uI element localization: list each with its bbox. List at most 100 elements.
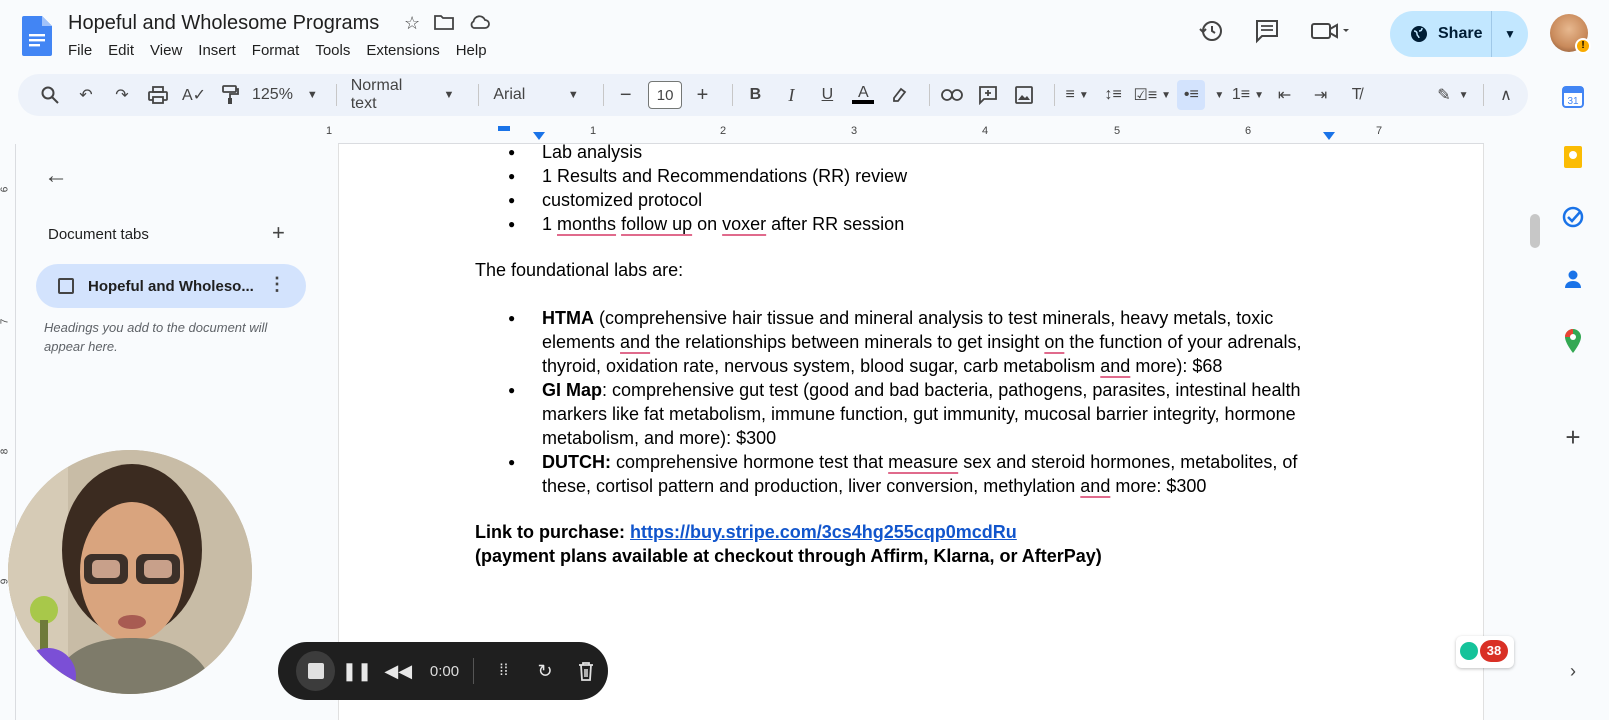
redo-icon[interactable]: ↷ — [108, 80, 136, 110]
menu-tools[interactable]: Tools — [315, 42, 350, 59]
calendar-icon[interactable]: 31 — [1560, 84, 1586, 110]
text-run: sex and steroid hormones, metabolites, o… — [958, 452, 1298, 472]
list-item-dutch[interactable]: DUTCH: comprehensive hormone test that m… — [508, 450, 1302, 498]
share-dropdown-icon[interactable]: ▼ — [1492, 27, 1528, 41]
tasks-icon[interactable] — [1560, 204, 1586, 230]
meet-icon[interactable] — [1310, 18, 1350, 50]
stop-recording-button[interactable] — [296, 651, 336, 691]
rewind-button[interactable]: ◀◀ — [379, 651, 418, 691]
restart-button[interactable]: ↻ — [525, 651, 564, 691]
share-text: Share — [1438, 25, 1483, 42]
align-icon[interactable]: ≡ ▼ — [1063, 80, 1091, 110]
decrease-font-size-icon[interactable]: − — [612, 80, 640, 110]
insert-image-icon[interactable] — [1010, 80, 1038, 110]
paragraph-style-select[interactable]: Normal text ▼ — [345, 77, 461, 113]
star-icon[interactable]: ☆ — [404, 13, 420, 36]
checklist-icon[interactable]: ☑≡ ▼ — [1133, 80, 1171, 110]
first-line-indent-marker[interactable] — [498, 126, 510, 131]
pause-button[interactable]: ❚❚ — [337, 651, 376, 691]
list-item[interactable]: 1 months follow up on voxer after RR ses… — [508, 212, 907, 236]
line-spacing-icon[interactable]: ↕≡ — [1099, 80, 1127, 110]
search-menus-icon[interactable] — [36, 80, 64, 110]
bulleted-list-dropdown-icon[interactable]: ▼ — [1213, 80, 1225, 110]
font-select[interactable]: Arial ▼ — [487, 86, 585, 104]
payment-note[interactable]: (payment plans available at checkout thr… — [475, 544, 1102, 568]
numbered-list-icon[interactable]: 1≡ ▼ — [1232, 80, 1264, 110]
text-color-icon[interactable]: A — [849, 80, 877, 110]
print-icon[interactable] — [144, 80, 172, 110]
grammarly-widget[interactable]: 38 — [1456, 636, 1514, 668]
list-item[interactable]: 1 Results and Recommendations (RR) revie… — [508, 164, 907, 188]
lab-name: DUTCH: — [542, 452, 611, 472]
webcam-bubble[interactable] — [8, 450, 252, 694]
bulleted-list-icon[interactable]: •≡ — [1177, 80, 1206, 110]
menu-view[interactable]: View — [150, 42, 182, 59]
foundational-labs-heading[interactable]: The foundational labs are: — [475, 258, 683, 282]
add-tab-icon[interactable]: + — [272, 220, 285, 246]
menu-edit[interactable]: Edit — [108, 42, 134, 59]
share-button[interactable]: Share ▼ — [1390, 11, 1528, 57]
left-indent-marker[interactable] — [533, 132, 545, 140]
scrollbar-thumb[interactable] — [1530, 214, 1540, 248]
text-run: thyroid, oxidation rate, nervous system,… — [542, 356, 1101, 376]
document-tab-active[interactable]: Hopeful and Wholeso... ⋮ — [36, 264, 306, 308]
highlight-icon[interactable] — [885, 80, 913, 110]
purchase-link[interactable]: https://buy.stripe.com/3cs4hg255cqp0mcdR… — [630, 522, 1017, 542]
clear-formatting-icon[interactable]: T̸ — [1343, 80, 1371, 110]
back-arrow-icon[interactable]: ← — [44, 162, 68, 190]
spelling-flag[interactable]: and — [1080, 476, 1110, 496]
right-indent-marker[interactable] — [1323, 132, 1335, 140]
expand-panel-icon[interactable]: › — [1560, 658, 1586, 684]
zoom-select[interactable]: 125% ▼ — [252, 86, 318, 104]
paint-format-icon[interactable] — [216, 80, 244, 110]
spelling-flag[interactable]: on — [1044, 332, 1064, 352]
list-item[interactable]: customized protocol — [508, 188, 907, 212]
add-addon-icon[interactable]: + — [1560, 422, 1586, 452]
stop-icon — [307, 663, 324, 679]
add-comment-icon[interactable] — [974, 80, 1002, 110]
menu-file[interactable]: File — [68, 42, 92, 59]
hide-menus-icon[interactable]: ∧ — [1492, 80, 1520, 110]
spelling-flag[interactable]: follow up — [621, 214, 692, 234]
increase-indent-icon[interactable]: ⇥ — [1307, 80, 1335, 110]
cloud-status-icon[interactable] — [468, 13, 491, 36]
italic-icon[interactable]: I — [777, 80, 805, 110]
text-run: more): $68 — [1130, 356, 1223, 376]
contacts-icon[interactable] — [1560, 266, 1586, 292]
document-title[interactable]: Hopeful and Wholesome Programs — [68, 12, 379, 35]
share-label-area[interactable]: Share — [1390, 11, 1492, 57]
docs-logo-icon[interactable] — [22, 16, 52, 56]
spelling-flag[interactable]: and — [620, 332, 650, 352]
undo-icon[interactable]: ↶ — [72, 80, 100, 110]
list-item[interactable]: Lab analysis — [508, 140, 907, 164]
move-folder-icon[interactable] — [434, 13, 455, 36]
vertical-ruler[interactable]: 6 7 8 9 — [0, 144, 16, 720]
spelling-flag[interactable]: voxer — [722, 214, 766, 234]
spellcheck-icon[interactable]: A✓ — [180, 80, 208, 110]
menu-format[interactable]: Format — [252, 42, 300, 59]
menu-extensions[interactable]: Extensions — [366, 42, 439, 59]
style-value: Normal text — [350, 77, 403, 112]
list-item-htma[interactable]: HTMA (comprehensive hair tissue and mine… — [508, 306, 1301, 378]
insert-link-icon[interactable] — [938, 80, 966, 110]
version-history-icon[interactable] — [1198, 18, 1224, 50]
spelling-flag[interactable]: months — [557, 214, 616, 234]
list-item-gimap[interactable]: GI Map: comprehensive gut test (good and… — [508, 378, 1302, 450]
tab-options-icon[interactable]: ⋮ — [268, 274, 286, 295]
decrease-indent-icon[interactable]: ⇤ — [1271, 80, 1299, 110]
bold-icon[interactable]: B — [741, 80, 769, 110]
menu-help[interactable]: Help — [456, 42, 487, 59]
increase-font-size-icon[interactable]: + — [688, 80, 716, 110]
maps-icon[interactable] — [1560, 328, 1586, 354]
underline-icon[interactable]: U — [813, 80, 841, 110]
font-size-input[interactable]: 10 — [647, 81, 683, 109]
spelling-flag[interactable]: measure — [888, 452, 958, 472]
comments-icon[interactable] — [1254, 18, 1280, 50]
editing-mode-icon[interactable]: ✎ ▼ — [1437, 80, 1468, 110]
keep-icon[interactable] — [1560, 144, 1586, 170]
document-page[interactable]: Lab analysis 1 Results and Recommendatio… — [338, 140, 1484, 720]
spelling-flag[interactable]: and — [1100, 356, 1130, 376]
delete-recording-button[interactable] — [567, 651, 606, 691]
drag-handle[interactable]: ⁞⁞ — [484, 651, 523, 691]
menu-insert[interactable]: Insert — [198, 42, 236, 59]
